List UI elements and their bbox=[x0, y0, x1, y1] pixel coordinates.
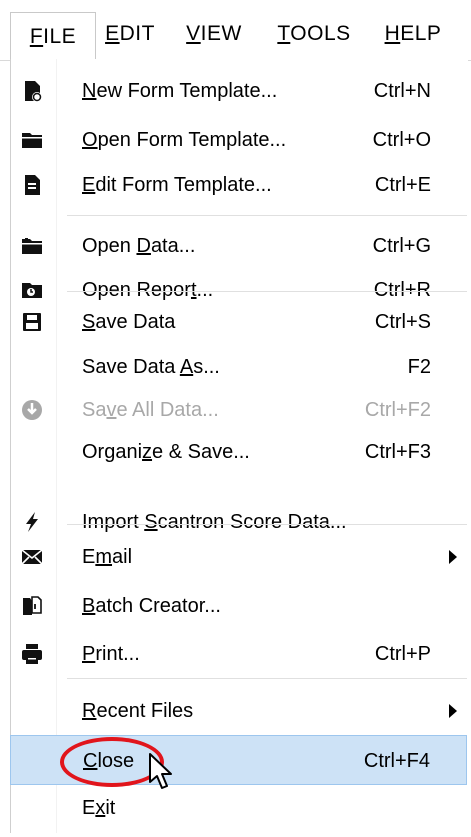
menu-item-open-form-template[interactable]: Open Form Template... Ctrl+O bbox=[10, 115, 467, 165]
menu-item-label: Exit bbox=[82, 797, 116, 819]
menu-item-label: Recent Files bbox=[82, 700, 194, 722]
save-disk-icon bbox=[20, 310, 44, 334]
menu-item-label: Save Data bbox=[82, 311, 176, 333]
menu-item-save-data[interactable]: Save Data Ctrl+S bbox=[10, 297, 467, 347]
menu-item-edit-form-template[interactable]: Edit Form Template... Ctrl+E bbox=[10, 160, 467, 210]
menu-item-batch-creator[interactable]: Batch Creator... bbox=[10, 581, 467, 631]
open-folder-icon bbox=[20, 128, 44, 152]
email-envelope-icon bbox=[20, 545, 44, 569]
menu-item-label: Print... bbox=[82, 643, 140, 665]
shortcut-label: Ctrl+G bbox=[372, 235, 431, 257]
menu-item-label: Save All Data... bbox=[82, 399, 219, 421]
edit-template-icon bbox=[20, 173, 44, 197]
menu-separator bbox=[67, 678, 467, 679]
printer-icon bbox=[20, 642, 44, 666]
menu-separator bbox=[67, 215, 467, 216]
shortcut-label: Ctrl+N bbox=[373, 80, 431, 102]
menu-item-email[interactable]: Email bbox=[10, 532, 467, 582]
menu-item-label: Open Data... bbox=[82, 235, 196, 257]
menu-separator bbox=[67, 291, 467, 292]
menu-item-new-form-template[interactable]: New Form Template... Ctrl+N bbox=[10, 66, 467, 116]
menu-item-label: Open Form Template... bbox=[82, 129, 287, 151]
menu-item-label: Organize & Save... bbox=[82, 441, 250, 463]
menu-view[interactable]: VIEW bbox=[180, 19, 248, 49]
shortcut-label: Ctrl+P bbox=[374, 643, 431, 665]
menu-item-print[interactable]: Print... Ctrl+P bbox=[10, 629, 467, 679]
shortcut-label: Ctrl+S bbox=[374, 311, 431, 333]
shortcut-label: Ctrl+F4 bbox=[363, 750, 430, 772]
menu-tools[interactable]: TOOLS bbox=[270, 19, 358, 49]
shortcut-label: F2 bbox=[407, 356, 431, 378]
menu-item-label: Batch Creator... bbox=[82, 595, 221, 617]
menu-file[interactable]: FILE bbox=[10, 12, 96, 60]
menu-item-label: New Form Template... bbox=[82, 80, 278, 102]
shortcut-label: Ctrl+O bbox=[372, 129, 431, 151]
shortcut-label: Ctrl+F3 bbox=[364, 441, 431, 463]
menu-item-label: Email bbox=[82, 546, 133, 568]
submenu-arrow-icon bbox=[449, 550, 457, 564]
menu-item-recent-files[interactable]: Recent Files bbox=[10, 686, 467, 736]
shortcut-label: Ctrl+F2 bbox=[364, 399, 431, 421]
menu-separator bbox=[67, 524, 467, 525]
save-all-icon bbox=[20, 398, 44, 422]
lightning-icon bbox=[20, 510, 44, 534]
open-data-icon bbox=[20, 234, 44, 258]
mouse-pointer-icon bbox=[149, 753, 172, 789]
menu-help[interactable]: HELP bbox=[378, 19, 448, 49]
menu-item-organize-save[interactable]: Organize & Save... Ctrl+F3 bbox=[10, 427, 467, 477]
menu-edit[interactable]: EDIT bbox=[100, 19, 160, 49]
menu-bar: FILE EDIT VIEW TOOLS HELP bbox=[0, 0, 471, 61]
shortcut-label: Ctrl+E bbox=[374, 174, 431, 196]
new-template-icon bbox=[20, 79, 44, 103]
menu-item-exit[interactable]: Exit bbox=[10, 783, 467, 833]
menu-item-label: Save Data As... bbox=[82, 356, 220, 378]
menu-item-label: Edit Form Template... bbox=[82, 174, 272, 196]
menu-item-open-data[interactable]: Open Data... Ctrl+G bbox=[10, 221, 467, 271]
submenu-arrow-icon bbox=[449, 704, 457, 718]
batch-creator-icon bbox=[20, 594, 44, 618]
